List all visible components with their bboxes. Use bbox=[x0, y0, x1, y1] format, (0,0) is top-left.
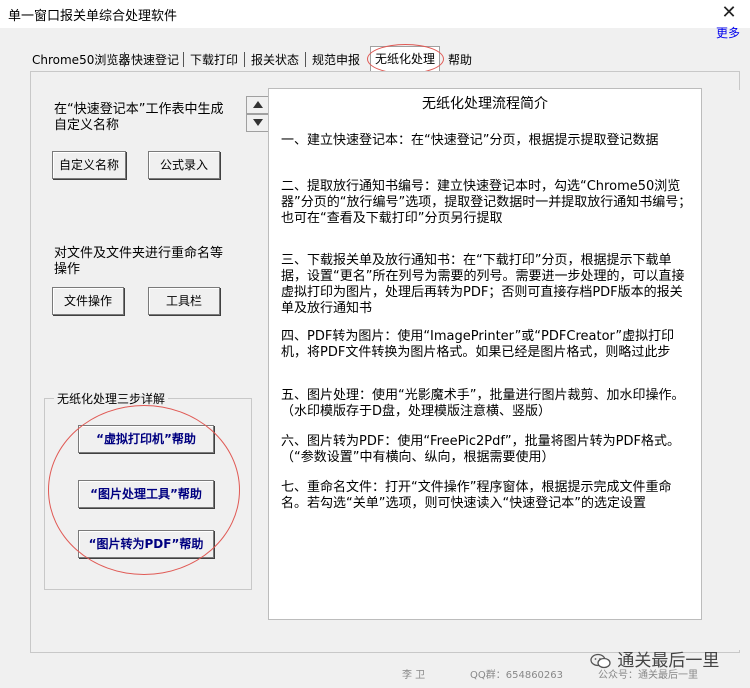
doc-title: 无纸化处理流程简介 bbox=[422, 96, 548, 112]
doc-paragraph: 七、重命名文件：打开“文件操作”程序窗体，根据提示完成文件重命名。若勾选“关单”… bbox=[281, 480, 672, 511]
status-author: 李 卫 bbox=[402, 670, 426, 681]
toolbar-button[interactable]: 工具栏 bbox=[148, 287, 220, 315]
image-to-pdf-help-button[interactable]: “图片转为PDF”帮助 bbox=[78, 530, 214, 558]
tab-divider bbox=[244, 52, 245, 67]
window-title: 单一窗口报关单综合处理软件 bbox=[8, 9, 178, 24]
doc-paragraph: 一、建立快速登记本：在“快速登记”分页，根据提示提取登记数据 bbox=[281, 133, 659, 148]
watermark-text: 通关最后一里 bbox=[617, 651, 720, 671]
app-window: 单一窗口报关单综合处理软件 ✕ 更多 Chrome50浏览器 快速登记 下载打印… bbox=[0, 0, 750, 688]
tab-chrome50[interactable]: Chrome50浏览器 bbox=[30, 49, 132, 71]
tab-divider bbox=[124, 52, 125, 67]
close-icon[interactable]: ✕ bbox=[718, 2, 740, 24]
tab-download-print[interactable]: 下载打印 bbox=[188, 49, 240, 71]
custom-name-button[interactable]: 自定义名称 bbox=[52, 151, 126, 179]
tab-help[interactable]: 帮助 bbox=[446, 49, 474, 71]
tab-quick-register[interactable]: 快速登记 bbox=[129, 49, 181, 71]
file-operations-button[interactable]: 文件操作 bbox=[52, 287, 124, 315]
image-tool-help-button[interactable]: “图片处理工具”帮助 bbox=[78, 480, 214, 508]
wechat-icon bbox=[590, 653, 611, 669]
title-bar: 单一窗口报关单综合处理软件 ✕ bbox=[0, 0, 750, 28]
virtual-printer-help-button[interactable]: “虚拟打印机”帮助 bbox=[78, 425, 214, 453]
tab-divider bbox=[183, 52, 184, 67]
status-qq-group: QQ群：654860263 bbox=[470, 670, 564, 681]
doc-paragraph: 二、提取放行通知书编号：建立快速登记本时，勾选“Chrome50浏览器”分页的“… bbox=[281, 179, 692, 226]
formula-entry-button[interactable]: 公式录入 bbox=[148, 151, 220, 179]
doc-paragraph: 六、图片转为PDF：使用“FreePic2Pdf”，批量将图片转为PDF格式。（… bbox=[281, 434, 680, 465]
doc-paragraph: 四、PDF转为图片：使用“ImagePrinter”或“PDFCreator”虚… bbox=[281, 329, 675, 360]
tab-declaration-status[interactable]: 报关状态 bbox=[249, 49, 301, 71]
watermark: 通关最后一里 bbox=[590, 646, 719, 671]
triangle-up-icon bbox=[253, 101, 263, 108]
tab-paperless[interactable]: 无纸化处理 bbox=[370, 46, 441, 72]
custom-name-description: 在“快速登记本”工作表中生成自定义名称 bbox=[54, 102, 224, 133]
tab-divider bbox=[305, 52, 306, 67]
triangle-down-icon bbox=[253, 119, 263, 126]
file-rename-description: 对文件及文件夹进行重命名等操作 bbox=[54, 246, 224, 277]
doc-paragraph: 五、图片处理：使用“光影魔术手”，批量进行图片裁剪、加水印操作。（水印模版存于D… bbox=[281, 388, 685, 419]
more-link[interactable]: 更多 bbox=[716, 24, 740, 41]
process-intro-textbox[interactable]: 无纸化处理流程简介 一、建立快速登记本：在“快速登记”分页，根据提示提取登记数据… bbox=[268, 88, 702, 620]
window-right-edge bbox=[738, 90, 750, 650]
scroll-down-button[interactable] bbox=[246, 114, 270, 132]
three-step-group-title: 无纸化处理三步详解 bbox=[54, 390, 169, 407]
tab-standard-declaration[interactable]: 规范申报 bbox=[310, 49, 362, 71]
scroll-up-button[interactable] bbox=[246, 96, 270, 114]
doc-paragraph: 三、下载报关单及放行通知书：在“下载打印”分页，根据提示下载单据，设置“更名”所… bbox=[281, 253, 685, 316]
